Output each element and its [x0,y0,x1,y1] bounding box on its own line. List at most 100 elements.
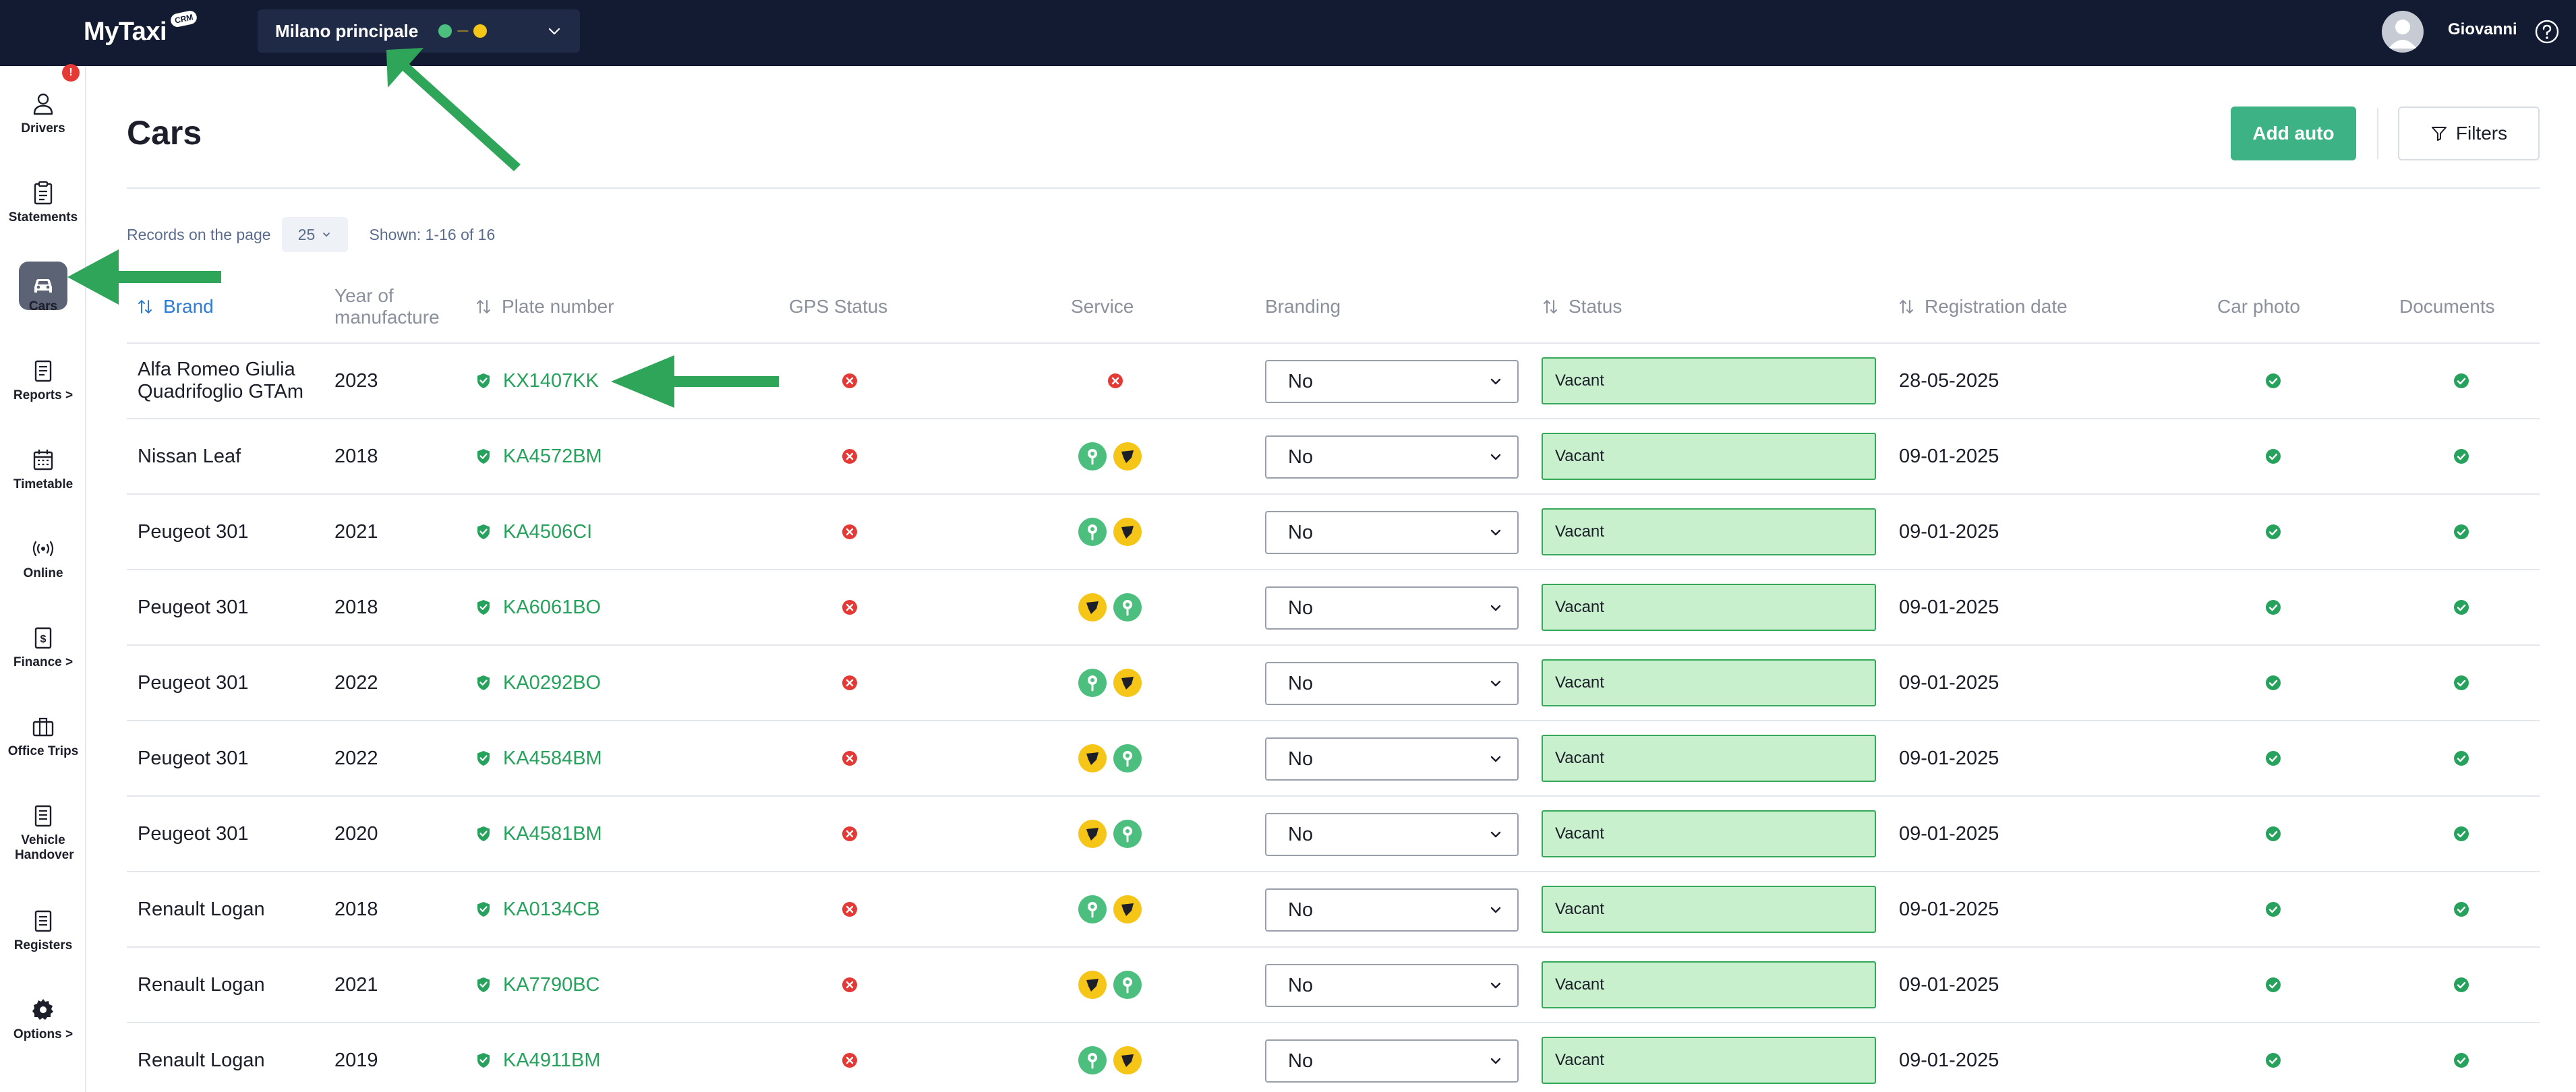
car-photo-check-icon[interactable] [2264,1052,2282,1069]
add-auto-button[interactable]: Add auto [2231,107,2356,160]
documents-cell[interactable] [2453,872,2470,946]
sidebar-item-office-trips[interactable]: Office Trips [0,700,86,781]
car-photo-cell[interactable] [2264,721,2282,795]
plate-cell[interactable]: KA4584BM [476,721,602,795]
sidebar-item-reports[interactable]: Reports > [0,344,86,425]
branch-selector[interactable]: Milano principale — [258,9,580,53]
per-page-select[interactable]: 25 [281,217,348,252]
sidebar-item-options[interactable]: Options > [0,983,86,1064]
plate-cell[interactable]: KA4572BM [476,419,602,493]
documents-cell[interactable] [2453,797,2470,871]
plate-cell[interactable]: KA4911BM [476,1023,601,1092]
plate-number-link[interactable]: KA4572BM [503,446,602,468]
plate-cell[interactable]: KA4581BM [476,797,602,871]
sidebar-item-drivers[interactable]: Drivers [0,77,86,158]
documents-cell[interactable] [2453,495,2470,569]
documents-cell[interactable] [2453,1023,2470,1092]
car-photo-cell[interactable] [2264,797,2282,871]
plate-number-link[interactable]: KA0134CB [503,899,600,921]
branding-select[interactable]: No [1265,662,1519,705]
branding-select[interactable]: No [1265,511,1519,554]
branding-select[interactable]: No [1265,1039,1519,1083]
plate-number-link[interactable]: KA0292BO [503,672,601,694]
car-photo-check-icon[interactable] [2264,448,2282,465]
branding-select[interactable]: No [1265,586,1519,630]
branding-select[interactable]: No [1265,964,1519,1007]
documents-cell[interactable] [2453,646,2470,720]
plate-cell[interactable]: KX1407KK [476,344,599,418]
status-select[interactable]: Vacant [1542,357,1876,404]
status-select[interactable]: Vacant [1542,659,1876,706]
column-header-status[interactable]: Status [1543,270,1622,344]
car-photo-cell[interactable] [2264,344,2282,418]
car-photo-check-icon[interactable] [2264,976,2282,994]
car-photo-cell[interactable] [2264,948,2282,1022]
status-select[interactable]: Vacant [1542,735,1876,782]
documents-check-icon[interactable] [2453,825,2470,843]
sidebar-item-vehicle-handover[interactable]: Vehicle Handover [0,789,86,883]
documents-check-icon[interactable] [2453,901,2470,918]
plate-number-link[interactable]: KA6061BO [503,597,601,619]
status-select[interactable]: Vacant [1542,961,1876,1008]
car-photo-check-icon[interactable] [2264,599,2282,616]
plate-number-link[interactable]: KA4584BM [503,748,602,770]
car-photo-check-icon[interactable] [2264,372,2282,390]
column-header-brand[interactable]: Brand [138,270,214,344]
car-photo-cell[interactable] [2264,1023,2282,1092]
car-photo-check-icon[interactable] [2264,750,2282,767]
documents-cell[interactable] [2453,344,2470,418]
documents-check-icon[interactable] [2453,523,2470,541]
documents-check-icon[interactable] [2453,1052,2470,1069]
column-header-plate[interactable]: Plate number [476,270,614,344]
plate-cell[interactable]: KA6061BO [476,570,601,644]
documents-check-icon[interactable] [2453,448,2470,465]
car-photo-cell[interactable] [2264,570,2282,644]
car-photo-cell[interactable] [2264,495,2282,569]
plate-cell[interactable]: KA0134CB [476,872,600,946]
documents-check-icon[interactable] [2453,976,2470,994]
status-select[interactable]: Vacant [1542,508,1876,555]
branding-select[interactable]: No [1265,435,1519,479]
user-avatar[interactable] [2382,11,2424,53]
documents-check-icon[interactable] [2453,372,2470,390]
car-photo-cell[interactable] [2264,872,2282,946]
branding-select[interactable]: No [1265,888,1519,932]
documents-cell[interactable] [2453,419,2470,493]
user-name[interactable]: Giovanni [2448,20,2517,39]
car-photo-check-icon[interactable] [2264,523,2282,541]
filters-button[interactable]: Filters [2398,107,2540,160]
sidebar-item-timetable[interactable]: Timetable [0,433,86,514]
column-header-registration-date[interactable]: Registration date [1899,270,2068,344]
branding-select[interactable]: No [1265,737,1519,781]
documents-check-icon[interactable] [2453,750,2470,767]
car-photo-check-icon[interactable] [2264,674,2282,692]
sidebar-item-finance[interactable]: $ Finance > [0,611,86,692]
status-select[interactable]: Vacant [1542,433,1876,480]
branding-select[interactable]: No [1265,813,1519,856]
app-logo[interactable]: MyTaxi [84,18,167,47]
plate-number-link[interactable]: KA7790BC [503,974,600,996]
status-select[interactable]: Vacant [1542,584,1876,631]
plate-cell[interactable]: KA0292BO [476,646,601,720]
car-photo-check-icon[interactable] [2264,901,2282,918]
help-icon[interactable] [2534,19,2560,44]
sidebar-item-statements[interactable]: Statements [0,166,86,247]
documents-cell[interactable] [2453,948,2470,1022]
plate-number-link[interactable]: KA4581BM [503,823,602,845]
status-select[interactable]: Vacant [1542,810,1876,857]
documents-check-icon[interactable] [2453,674,2470,692]
plate-number-link[interactable]: KA4911BM [503,1050,601,1072]
plate-cell[interactable]: KA7790BC [476,948,600,1022]
car-photo-cell[interactable] [2264,646,2282,720]
sidebar-item-online[interactable]: Online [0,522,86,603]
plate-cell[interactable]: KA4506CI [476,495,592,569]
sidebar-item-cars[interactable]: Cars [0,255,86,336]
status-select[interactable]: Vacant [1542,886,1876,933]
plate-number-link[interactable]: KX1407KK [503,370,599,392]
branding-select[interactable]: No [1265,360,1519,403]
status-select[interactable]: Vacant [1542,1037,1876,1084]
car-photo-cell[interactable] [2264,419,2282,493]
car-photo-check-icon[interactable] [2264,825,2282,843]
sidebar-item-registers[interactable]: Registers [0,894,86,975]
documents-cell[interactable] [2453,721,2470,795]
